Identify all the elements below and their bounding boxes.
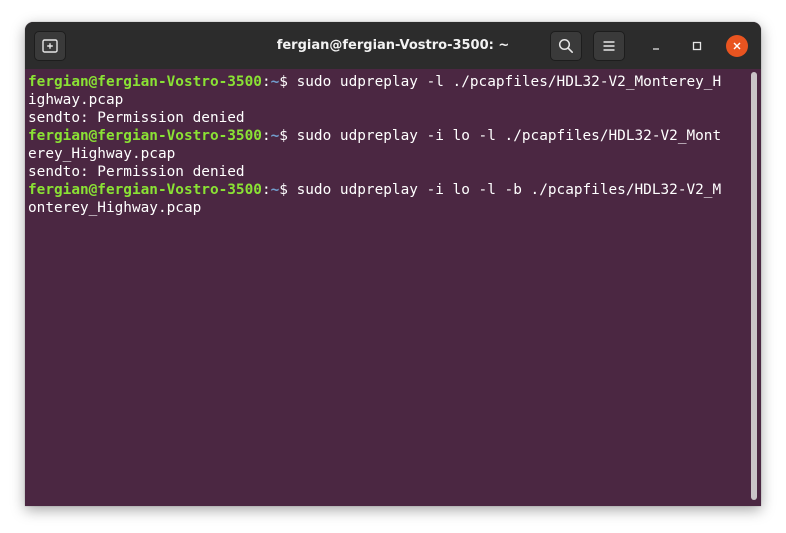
terminal-line: fergian@fergian-Vostro-3500:~$ sudo udpr…	[28, 127, 747, 145]
command-text: sudo udpreplay -l ./pcapfiles/HDL32-V2_M…	[296, 74, 722, 90]
prompt-user: fergian@fergian-Vostro-3500	[28, 74, 262, 90]
prompt-dollar: $	[279, 128, 297, 144]
title-bar[interactable]: fergian@fergian-Vostro-3500: ~	[25, 22, 761, 69]
prompt-path: ~	[270, 182, 280, 198]
command-text: sudo udpreplay -i lo -l -b ./pcapfiles/H…	[296, 182, 722, 198]
terminal-line: sendto: Permission denied	[28, 164, 245, 180]
terminal-line: ighway.pcap	[28, 92, 124, 108]
maximize-button[interactable]	[686, 35, 708, 57]
prompt-path: ~	[270, 74, 280, 90]
terminal-line: sendto: Permission denied	[28, 110, 245, 126]
prompt-separator: :	[261, 74, 271, 90]
terminal-line: fergian@fergian-Vostro-3500:~$ sudo udpr…	[28, 73, 747, 91]
prompt-user: fergian@fergian-Vostro-3500	[28, 128, 262, 144]
terminal-window: fergian@fergian-Vostro-3500: ~ fergian@f…	[25, 22, 761, 506]
search-button[interactable]	[550, 31, 582, 61]
window-title: fergian@fergian-Vostro-3500: ~	[276, 38, 510, 53]
prompt-user: fergian@fergian-Vostro-3500	[28, 182, 262, 198]
maximize-icon	[692, 41, 702, 51]
new-tab-icon	[42, 39, 58, 53]
minimize-icon	[653, 48, 659, 50]
terminal-line: fergian@fergian-Vostro-3500:~$ sudo udpr…	[28, 181, 747, 199]
minimize-button[interactable]	[645, 35, 667, 57]
search-icon	[558, 38, 573, 53]
terminal-line: onterey_Highway.pcap	[28, 200, 202, 216]
prompt-dollar: $	[279, 182, 297, 198]
prompt-separator: :	[261, 128, 271, 144]
terminal-output[interactable]: fergian@fergian-Vostro-3500:~$ sudo udpr…	[25, 69, 747, 506]
prompt-path: ~	[270, 128, 280, 144]
command-text: sudo udpreplay -i lo -l ./pcapfiles/HDL3…	[296, 128, 722, 144]
prompt-separator: :	[261, 182, 271, 198]
scrollbar[interactable]	[751, 72, 757, 500]
prompt-dollar: $	[279, 74, 297, 90]
terminal-line: erey_Highway.pcap	[28, 146, 176, 162]
close-button[interactable]	[726, 35, 748, 57]
hamburger-menu-icon	[603, 41, 615, 51]
new-tab-button[interactable]	[34, 31, 66, 61]
menu-button[interactable]	[593, 31, 625, 61]
close-icon	[733, 42, 741, 50]
